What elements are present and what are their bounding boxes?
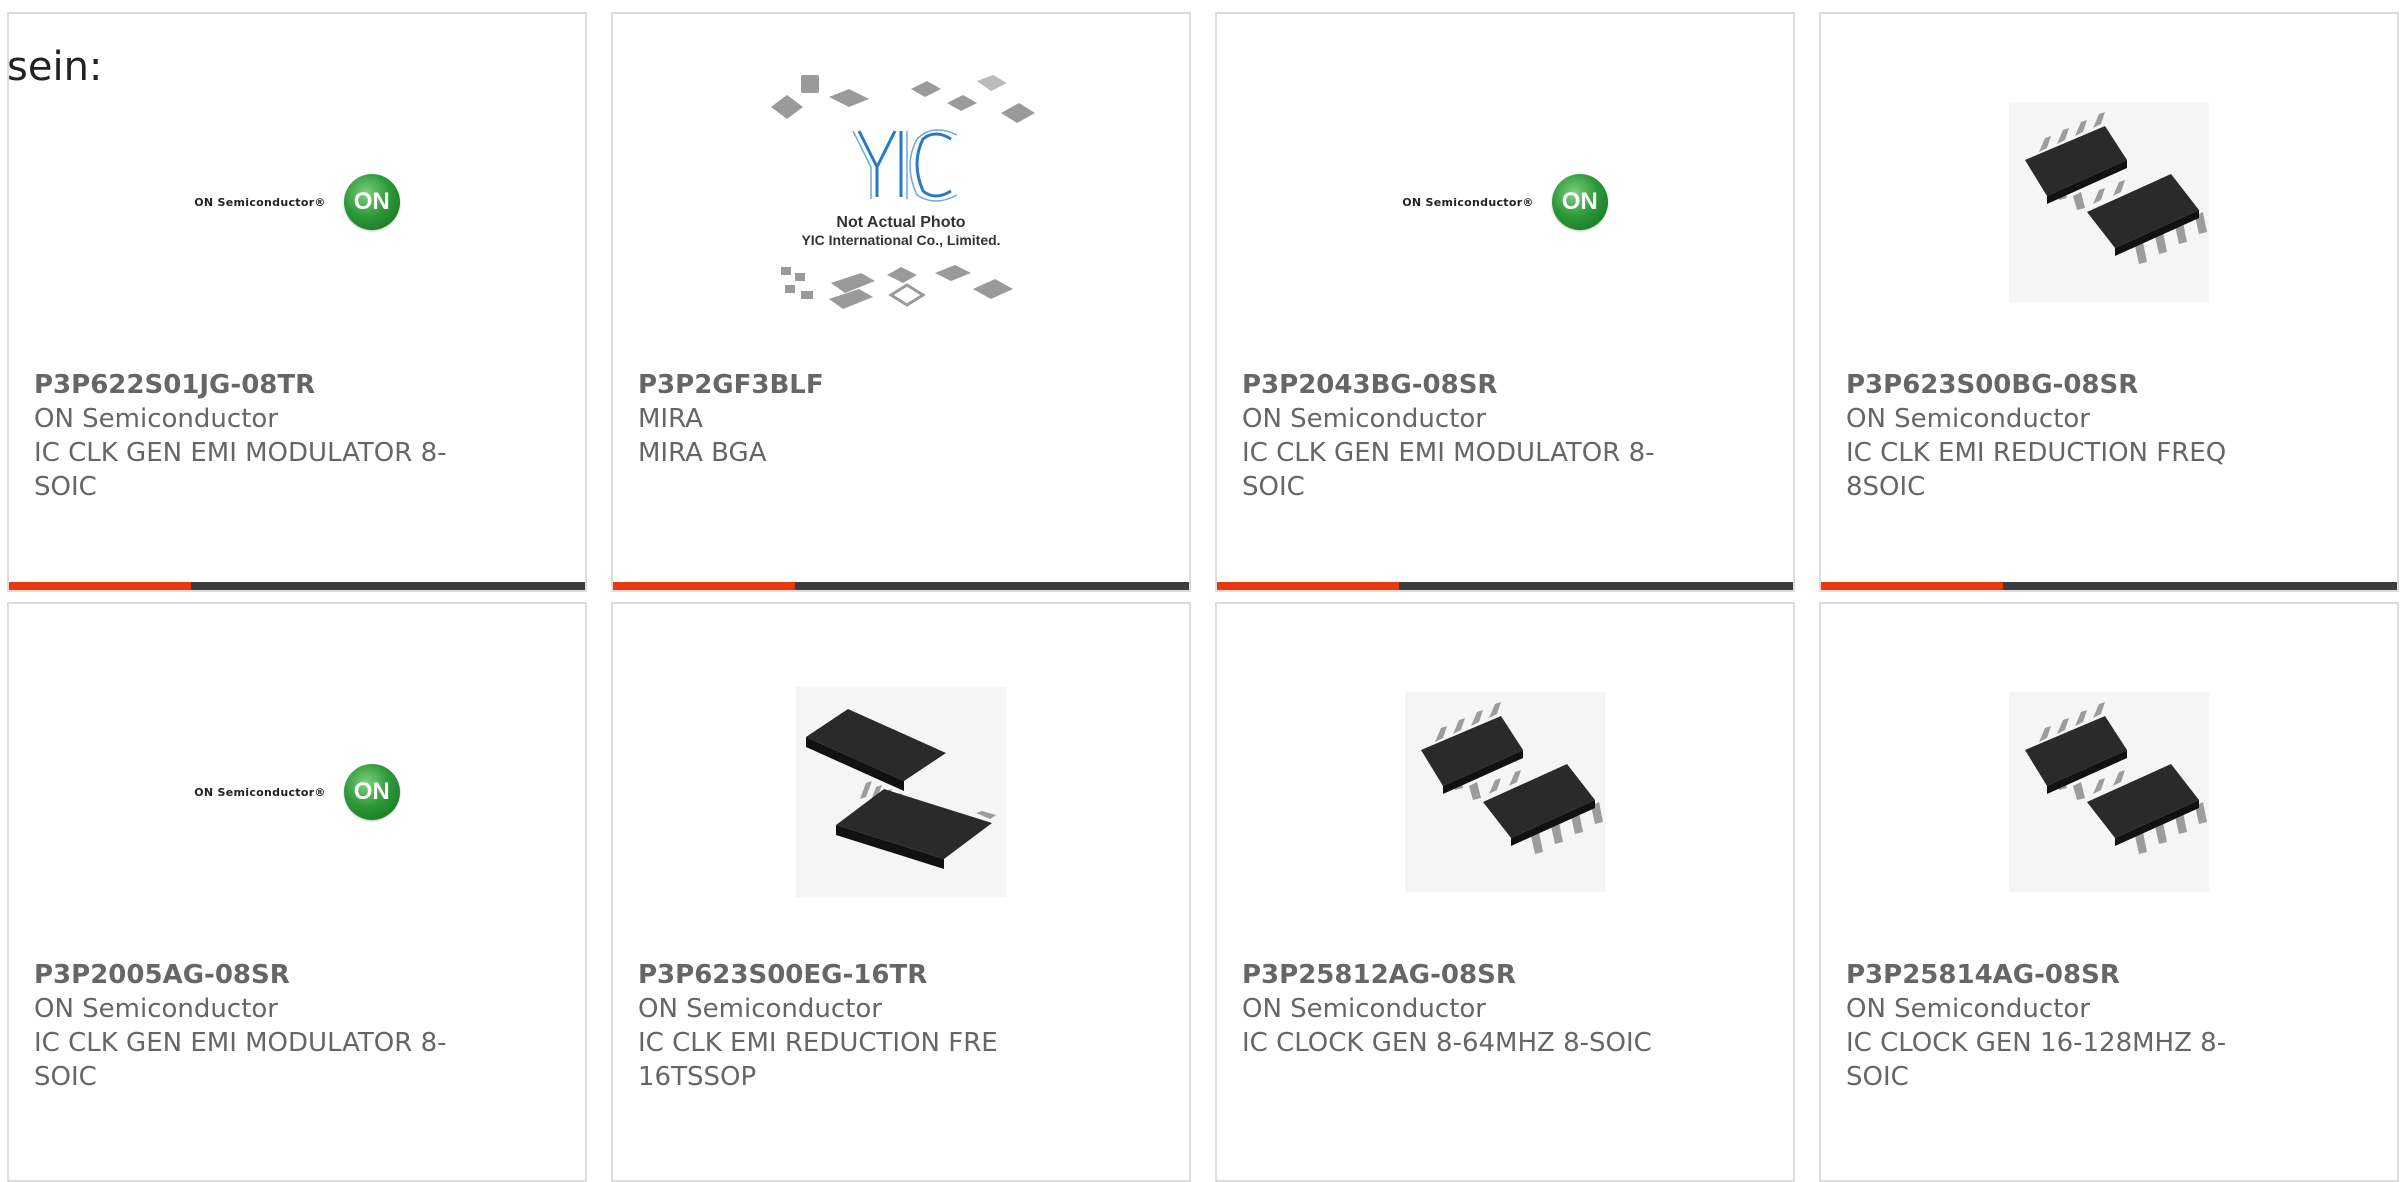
part-number-link[interactable]: P3P25812AG-08SR: [1242, 958, 1682, 992]
manufacturer: ON Semiconductor: [1242, 404, 1486, 434]
soic8-chip-icon: [2009, 692, 2209, 892]
manufacturer: MIRA: [638, 404, 703, 434]
part-number-link[interactable]: P3P2GF3BLF: [638, 368, 1078, 402]
product-image[interactable]: ON Semiconductor® ON: [9, 642, 585, 942]
description: IC CLOCK GEN 16-128MHZ 8-SOIC: [1846, 1028, 2227, 1092]
product-image[interactable]: [613, 642, 1189, 942]
card-bar: [613, 582, 1189, 590]
description: IC CLK GEN EMI MODULATOR 8-SOIC: [34, 438, 447, 502]
product-image[interactable]: [1217, 642, 1793, 942]
manufacturer: ON Semiconductor: [638, 994, 882, 1024]
on-semiconductor-logo: ON Semiconductor® ON: [194, 174, 400, 230]
description: IC CLK GEN EMI MODULATOR 8-SOIC: [1242, 438, 1655, 502]
product-card[interactable]: Not Actual Photo YIC International Co., …: [611, 12, 1191, 592]
card-bar: [1821, 582, 2397, 590]
part-number-link[interactable]: P3P2043BG-08SR: [1242, 368, 1682, 402]
on-semiconductor-logo: ON Semiconductor® ON: [1402, 174, 1608, 230]
product-card[interactable]: P3P25814AG-08SR ON Semiconductor IC CLOC…: [1819, 602, 2399, 1182]
part-number-link[interactable]: P3P25814AG-08SR: [1846, 958, 2286, 992]
svg-text:YIC International Co., Limited: YIC International Co., Limited.: [801, 232, 1000, 248]
part-number-link[interactable]: P3P622S01JG-08TR: [34, 368, 474, 402]
manufacturer: ON Semiconductor: [1846, 404, 2090, 434]
yic-placeholder-photo: Not Actual Photo YIC International Co., …: [771, 75, 1035, 309]
product-card[interactable]: ON Semiconductor® ON P3P622S01JG-08TR ON…: [7, 12, 587, 592]
product-card[interactable]: P3P25812AG-08SR ON Semiconductor IC CLOC…: [1215, 602, 1795, 1182]
description: MIRA BGA: [638, 438, 767, 468]
product-image[interactable]: [1821, 642, 2397, 942]
manufacturer: ON Semiconductor: [34, 404, 278, 434]
svg-text:Not Actual Photo: Not Actual Photo: [836, 214, 965, 231]
product-card[interactable]: ON Semiconductor® ON P3P2043BG-08SR ON S…: [1215, 12, 1795, 592]
part-number-link[interactable]: P3P2005AG-08SR: [34, 958, 474, 992]
product-card[interactable]: P3P623S00EG-16TR ON Semiconductor IC CLK…: [611, 602, 1191, 1182]
manufacturer: ON Semiconductor: [1242, 994, 1486, 1024]
description: IC CLK GEN EMI MODULATOR 8-SOIC: [34, 1028, 447, 1092]
product-card[interactable]: P3P623S00BG-08SR ON Semiconductor IC CLK…: [1819, 12, 2399, 592]
product-card[interactable]: ON Semiconductor® ON P3P2005AG-08SR ON S…: [7, 602, 587, 1182]
tssop16-chip-icon: [796, 687, 1006, 897]
yic-logo-icon: [857, 130, 952, 198]
card-bar: [1217, 582, 1793, 590]
product-image[interactable]: ON Semiconductor® ON: [1217, 52, 1793, 352]
on-semiconductor-logo: ON Semiconductor® ON: [194, 764, 400, 820]
description: IC CLK EMI REDUCTION FRE 16TSSOP: [638, 1028, 998, 1092]
intro-text: sein:: [7, 44, 103, 90]
part-number-link[interactable]: P3P623S00BG-08SR: [1846, 368, 2286, 402]
manufacturer: ON Semiconductor: [1846, 994, 2090, 1024]
soic8-chip-icon: [1405, 692, 1605, 892]
card-bar: [9, 582, 585, 590]
product-image[interactable]: [1821, 52, 2397, 352]
manufacturer: ON Semiconductor: [34, 994, 278, 1024]
soic8-chip-icon: [2009, 102, 2209, 302]
part-number-link[interactable]: P3P623S00EG-16TR: [638, 958, 1078, 992]
product-image[interactable]: Not Actual Photo YIC International Co., …: [613, 52, 1189, 352]
description: IC CLK EMI REDUCTION FREQ 8SOIC: [1846, 438, 2227, 502]
description: IC CLOCK GEN 8-64MHZ 8-SOIC: [1242, 1028, 1652, 1058]
product-image[interactable]: ON Semiconductor® ON: [9, 52, 585, 352]
